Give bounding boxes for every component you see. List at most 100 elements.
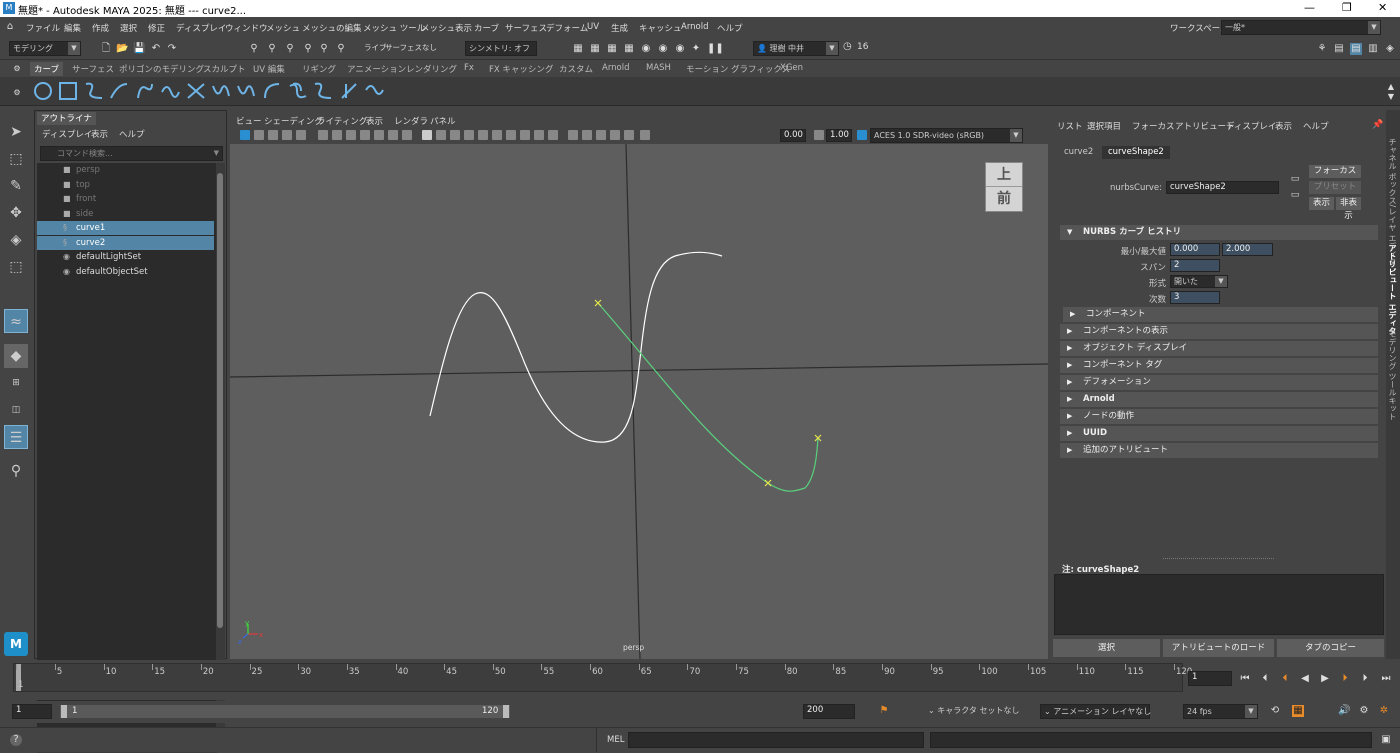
attach-curves-icon[interactable] [185,80,207,102]
gate-mask-icon[interactable] [374,130,384,140]
focus-input-icon[interactable]: ▭ [1289,173,1301,185]
render-current-icon[interactable]: ▦ [589,43,601,55]
menu-create[interactable]: 作成 [92,22,109,34]
shelf-options-icon[interactable]: ⚙ [11,87,23,99]
shelf-tab-arnold[interactable]: Arnold [598,62,634,76]
ae-menu-selected[interactable]: 選択項目 [1087,120,1121,132]
step-forward-frame-icon[interactable]: ⏵ [1359,673,1371,685]
section-extra-attributes[interactable]: ▶ 追加のアトリビュート [1060,443,1378,458]
curve1-shape[interactable] [429,251,723,443]
animation-preferences-icon[interactable]: ⚙ [1358,705,1370,717]
lasso-tool-icon[interactable]: ⬚ [4,147,28,171]
menu-file[interactable]: ファイル [26,22,60,34]
menu-surfaces[interactable]: サーフェス [505,22,547,34]
min-value-field[interactable]: 0.000 [1170,243,1220,256]
hypershade-icon[interactable]: ◉ [640,43,652,55]
auto-key-icon[interactable]: ⚑ [878,705,890,717]
move-tool-icon[interactable]: ✥ [4,201,28,225]
single-perspective-view-icon[interactable]: ◆ [4,344,28,368]
shelf-tab-xgen[interactable]: XGen [776,62,807,76]
splitter-handle[interactable] [1163,558,1274,559]
notification-count[interactable]: 16 [857,42,868,52]
arnold-render-icon[interactable]: ✦ [690,43,702,55]
maya-home-icon[interactable]: M [4,632,28,656]
field-chart-icon[interactable] [388,130,398,140]
maximize-button[interactable]: ❐ [1342,1,1352,14]
step-forward-key-icon[interactable]: ⏵ [1339,673,1351,685]
gamma-icon[interactable] [814,130,824,140]
outliner-item-persp[interactable]: ■ persp [37,163,214,177]
search-icon[interactable]: ⚲ [4,459,28,483]
select-by-hierarchy-icon[interactable]: ⚲ [248,43,260,55]
perspective-viewport[interactable]: x y z persp [230,144,1048,659]
snap-point-icon[interactable]: ⚲ [335,43,347,55]
presets-button[interactable]: プリセット [1309,181,1361,194]
four-view-layout-icon[interactable]: ⊞ [4,371,28,395]
ae-menu-list[interactable]: リスト [1057,120,1083,132]
detach-curves-icon[interactable] [210,80,232,102]
outliner-item-curve2[interactable]: § curve2 [37,236,214,250]
viewport-menu-shading[interactable]: シェーディング [264,115,323,127]
toggle-tool-settings-icon[interactable]: ▥ [1367,43,1379,55]
section-nurbs-curve-history[interactable]: ▼ NURBS カーブ ヒストリ [1060,225,1378,240]
shelf-tab-curves[interactable]: カーブ [30,62,63,76]
bookmarks-icon[interactable] [268,130,278,140]
menu-cache[interactable]: キャッシュ [639,22,682,34]
save-scene-icon[interactable]: 💾 [133,43,145,55]
nurbs-square-icon[interactable] [57,80,79,102]
rebuild-curve-icon[interactable] [312,80,334,102]
hide-button[interactable]: 非表示 [1336,197,1361,221]
shelf-tab-custom[interactable]: カスタム [555,62,597,76]
ae-menu-focus[interactable]: フォーカス [1132,120,1175,132]
outliner-menu-help[interactable]: ヘルプ [119,128,145,140]
pencil-curve-tool-icon[interactable] [134,80,156,102]
shelf-tab-mash[interactable]: MASH [642,62,675,76]
shelf-scroll-down-icon[interactable]: ▼ [1385,91,1397,103]
home-icon[interactable]: ⌂ [4,21,16,33]
outliner-item-front[interactable]: ■ front [37,192,214,206]
smooth-shade-icon[interactable] [436,130,446,140]
insert-knot-icon[interactable] [235,80,257,102]
select-button[interactable]: 選択 [1053,639,1160,657]
section-object-display[interactable]: ▶ オブジェクト ディスプレイ [1060,341,1378,356]
menu-curves[interactable]: カーブ [474,22,499,34]
outliner-vertical-scrollbar[interactable] [216,163,225,743]
toggle-modeling-toolkit-icon[interactable]: ⚘ [1316,43,1328,55]
close-button[interactable]: ✕ [1378,1,1387,14]
light-editor-icon[interactable]: ◉ [674,43,686,55]
curve2-cv-markers[interactable] [594,299,822,487]
menu-set-dropdown[interactable]: モデリング ▼ [9,41,81,56]
menu-display[interactable]: ディスプレイ [176,22,226,34]
select-tool-icon[interactable]: ➤ [4,120,28,144]
outliner-layout-icon[interactable]: ☰ [4,425,28,449]
node-name-field[interactable]: curveShape2 [1166,181,1279,194]
menu-deform[interactable]: デフォーム [546,22,588,34]
view-transform-dropdown[interactable]: ACES 1.0 SDR-video (sRGB) ▼ [870,128,1023,143]
toggle-channel-box-icon[interactable]: ▤ [1333,43,1345,55]
paint-select-tool-icon[interactable]: ✎ [4,174,28,198]
menu-windows[interactable]: ウィンドウ [225,22,268,34]
cv-curve-tool-icon[interactable] [83,80,105,102]
section-components[interactable]: ▶ コンポーネント [1063,307,1378,322]
shelf-menu-icon[interactable]: ⚙ [11,63,23,75]
render-settings-icon[interactable]: ▦ [623,43,635,55]
shelf-tab-sculpt[interactable]: スカルプト [199,62,250,76]
menu-mesh[interactable]: メッシュ [266,22,300,34]
color-management-icon[interactable] [857,130,867,140]
rotate-tool-icon[interactable]: ◈ [4,228,28,252]
outliner-item-top[interactable]: ■ top [37,178,214,192]
outliner-item-side[interactable]: ■ side [37,207,214,221]
shelf-tab-surfaces[interactable]: サーフェス [68,62,118,76]
section-uuid[interactable]: ▶ UUID [1060,426,1378,441]
outliner-menu-display[interactable]: ディスプレイ [42,128,92,140]
ae-tab-curve2[interactable]: curve2 [1058,146,1099,159]
outliner-menu-show[interactable]: 表示 [91,128,108,140]
snap-curve-icon[interactable]: ⚲ [318,43,330,55]
textured-icon[interactable] [464,130,474,140]
cache-playback-icon[interactable]: ▦ [1292,705,1304,717]
ipr-render-icon[interactable]: ▦ [606,43,618,55]
pause-render-icon[interactable]: ❚❚ [707,43,724,55]
notes-textarea[interactable] [1054,574,1384,635]
offset-curve-icon[interactable] [287,80,309,102]
side-tab-attribute-editor[interactable]: アトリビュート エディタ [1387,244,1398,335]
